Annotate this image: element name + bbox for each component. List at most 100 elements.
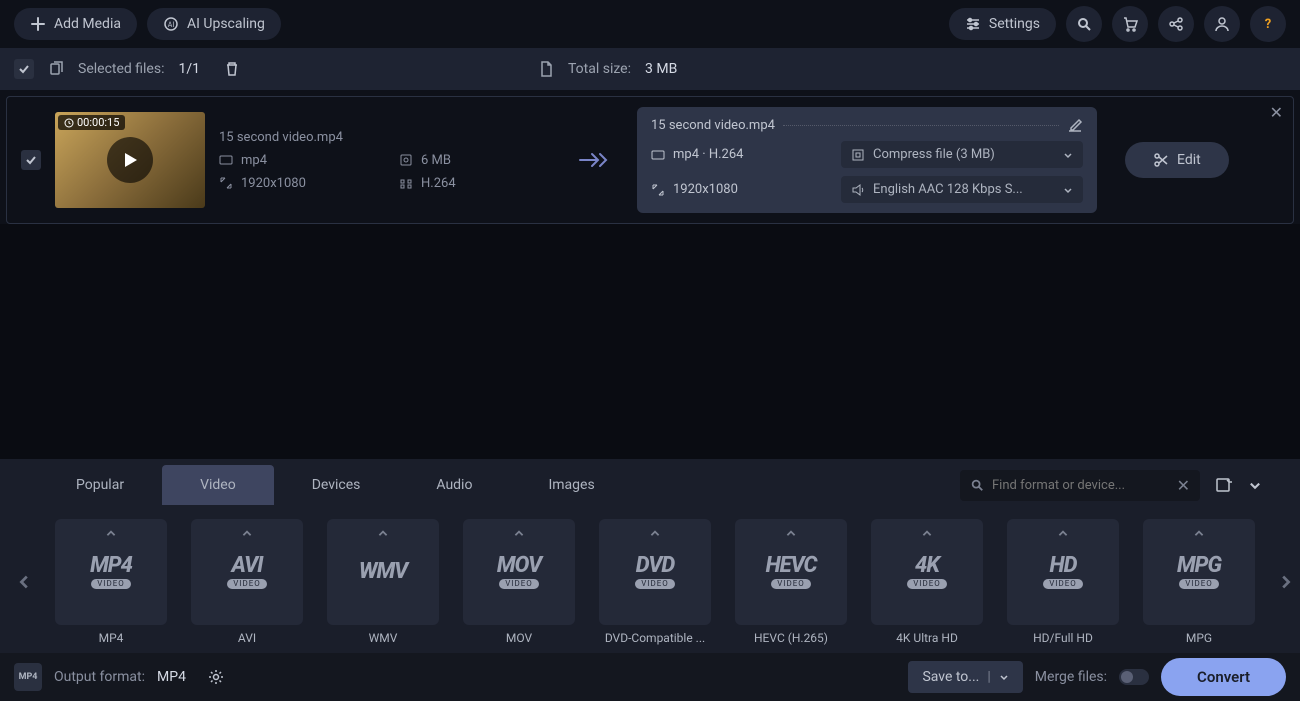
share-icon bbox=[1168, 16, 1184, 32]
svg-text:AI: AI bbox=[168, 21, 175, 29]
file-icon bbox=[538, 61, 554, 77]
format-card-dvd-compatible-[interactable]: DVD VIDEO bbox=[599, 519, 711, 625]
output-filename: 15 second video.mp4 bbox=[651, 118, 775, 133]
delete-button[interactable] bbox=[214, 51, 250, 87]
formats-next-button[interactable] bbox=[1276, 568, 1294, 596]
codec-icon bbox=[399, 176, 413, 190]
add-media-label: Add Media bbox=[54, 16, 121, 32]
speaker-icon bbox=[851, 183, 865, 197]
video-thumbnail[interactable]: 00:00:15 bbox=[55, 112, 205, 208]
remove-file-button[interactable]: ✕ bbox=[1270, 103, 1283, 122]
file-checkbox[interactable] bbox=[21, 150, 41, 170]
source-format: mp4 bbox=[241, 153, 267, 168]
output-format-icon: MP4 bbox=[14, 663, 42, 691]
merge-files-label: Merge files: bbox=[1035, 669, 1107, 685]
source-codec: H.264 bbox=[421, 176, 456, 191]
edit-button[interactable]: Edit bbox=[1125, 142, 1229, 178]
cart-button[interactable] bbox=[1112, 6, 1148, 42]
tab-devices[interactable]: Devices bbox=[274, 465, 399, 505]
gear-icon bbox=[207, 668, 225, 686]
svg-text:?: ? bbox=[1265, 17, 1271, 32]
tab-audio[interactable]: Audio bbox=[398, 465, 510, 505]
output-settings-button[interactable] bbox=[198, 659, 234, 695]
chevron-up-icon bbox=[105, 528, 117, 540]
format-card-mp4[interactable]: MP4 VIDEO bbox=[55, 519, 167, 625]
format-card-label: HEVC (H.265) bbox=[732, 631, 850, 645]
formats-prev-button[interactable] bbox=[16, 568, 34, 596]
format-card-mov[interactable]: MOV VIDEO bbox=[463, 519, 575, 625]
rename-icon[interactable] bbox=[1067, 117, 1083, 133]
sliders-icon bbox=[965, 16, 981, 32]
format-search-input[interactable] bbox=[992, 478, 1169, 493]
chevron-up-icon bbox=[921, 528, 933, 540]
copy-icon bbox=[48, 61, 64, 77]
compress-select[interactable]: Compress file (3 MB) bbox=[841, 141, 1083, 168]
chevron-down-icon[interactable] bbox=[1248, 478, 1262, 492]
total-size-value: 3 MB bbox=[645, 61, 677, 77]
format-card-mpg[interactable]: MPG VIDEO bbox=[1143, 519, 1255, 625]
chevron-up-icon bbox=[1193, 528, 1205, 540]
search-icon bbox=[1076, 16, 1092, 32]
convert-button[interactable]: Convert bbox=[1161, 658, 1286, 696]
resolution-icon bbox=[651, 183, 665, 197]
settings-button[interactable]: Settings bbox=[949, 8, 1056, 40]
chevron-down-icon bbox=[1063, 150, 1073, 160]
clock-icon bbox=[64, 118, 74, 128]
account-button[interactable] bbox=[1204, 6, 1240, 42]
save-to-button[interactable]: Save to... | bbox=[908, 661, 1022, 693]
scissors-icon bbox=[1153, 152, 1169, 168]
duration-value: 00:00:15 bbox=[77, 116, 119, 129]
chevron-up-icon bbox=[513, 528, 525, 540]
disk-icon bbox=[399, 153, 413, 167]
source-filename: 15 second video.mp4 bbox=[219, 130, 549, 145]
check-icon bbox=[25, 154, 37, 166]
merge-files-toggle[interactable] bbox=[1119, 669, 1149, 685]
ai-icon: AI bbox=[163, 16, 179, 32]
chevron-right-icon bbox=[1276, 573, 1294, 591]
format-card-label: MOV bbox=[460, 631, 578, 645]
format-card-avi[interactable]: AVI VIDEO bbox=[191, 519, 303, 625]
format-card-label: DVD-Compatible ... bbox=[596, 631, 714, 645]
tab-popular[interactable]: Popular bbox=[38, 465, 162, 505]
add-format-button[interactable] bbox=[1206, 467, 1242, 503]
format-card-label: AVI bbox=[188, 631, 306, 645]
chevron-down-icon bbox=[999, 672, 1009, 682]
duration-badge: 00:00:15 bbox=[58, 115, 125, 130]
format-card-label: 4K Ultra HD bbox=[868, 631, 986, 645]
play-icon bbox=[121, 151, 139, 169]
clear-search-button[interactable]: ✕ bbox=[1177, 476, 1190, 495]
plus-icon bbox=[30, 16, 46, 32]
compress-icon bbox=[851, 148, 865, 162]
output-format: mp4 · H.264 bbox=[673, 147, 743, 162]
add-media-button[interactable]: Add Media bbox=[14, 8, 137, 40]
format-search-box: ✕ bbox=[960, 470, 1200, 501]
help-button[interactable]: ? bbox=[1250, 6, 1286, 42]
help-icon: ? bbox=[1260, 16, 1276, 32]
share-button[interactable] bbox=[1158, 6, 1194, 42]
tab-images[interactable]: Images bbox=[510, 465, 632, 505]
format-card-label: WMV bbox=[324, 631, 442, 645]
search-icon bbox=[970, 478, 984, 492]
audio-select[interactable]: English AAC 128 Kbps S... bbox=[841, 176, 1083, 203]
chevron-down-icon bbox=[1063, 185, 1073, 195]
format-icon bbox=[219, 153, 233, 167]
selected-files-label: Selected files: bbox=[78, 61, 164, 77]
play-button[interactable] bbox=[107, 137, 153, 183]
compress-label: Compress file (3 MB) bbox=[873, 147, 1055, 162]
format-card-hd-full-hd[interactable]: HD VIDEO bbox=[1007, 519, 1119, 625]
selected-bar: Selected files: 1/1 Total size: 3 MB bbox=[0, 48, 1300, 90]
search-button[interactable] bbox=[1066, 6, 1102, 42]
source-resolution: 1920x1080 bbox=[241, 176, 306, 191]
trash-icon bbox=[224, 61, 240, 77]
settings-label: Settings bbox=[989, 16, 1040, 32]
ai-upscaling-button[interactable]: AI AI Upscaling bbox=[147, 8, 281, 40]
chevron-up-icon bbox=[377, 528, 389, 540]
output-format-value: MP4 bbox=[157, 669, 186, 685]
format-icon bbox=[651, 148, 665, 162]
format-card-wmv[interactable]: WMV bbox=[327, 519, 439, 625]
format-card-4k-ultra-hd[interactable]: 4K VIDEO bbox=[871, 519, 983, 625]
select-all-checkbox[interactable] bbox=[14, 59, 34, 79]
tab-video[interactable]: Video bbox=[162, 465, 274, 505]
total-size-label: Total size: bbox=[568, 61, 631, 77]
format-card-hevc-h-265-[interactable]: HEVC VIDEO bbox=[735, 519, 847, 625]
